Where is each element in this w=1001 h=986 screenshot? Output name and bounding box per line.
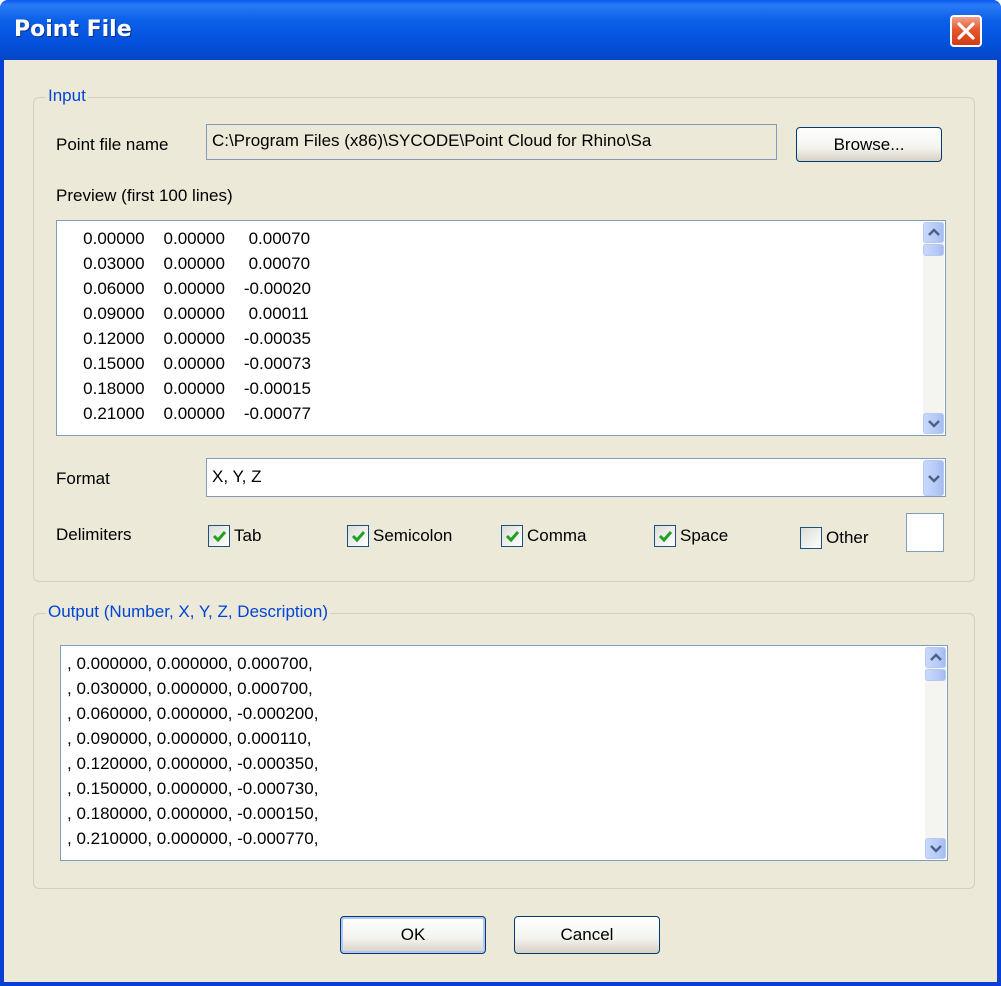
- window-title: Point File: [14, 17, 132, 42]
- preview-line: 0.00000 0.00000 0.00070: [69, 229, 311, 248]
- preview-label: Preview (first 100 lines): [56, 186, 233, 205]
- output-scroll-down-button[interactable]: [925, 838, 946, 859]
- checkbox-box: [501, 525, 523, 547]
- output-line: , 0.150000, 0.000000, -0.000730,: [67, 779, 319, 798]
- input-group-legend: Input: [46, 86, 88, 106]
- format-dropdown-button[interactable]: [923, 460, 944, 496]
- delimiter-comma-checkbox[interactable]: Comma: [501, 525, 587, 547]
- checkbox-label: Other: [826, 528, 869, 547]
- preview-line: 0.15000 0.00000 -0.00073: [69, 354, 311, 373]
- output-line: , 0.210000, 0.000000, -0.000770,: [67, 829, 319, 848]
- checkbox-box: [347, 525, 369, 547]
- preview-line: 0.06000 0.00000 -0.00020: [69, 279, 311, 298]
- checkbox-label: Comma: [527, 526, 587, 545]
- checkbox-label: Space: [680, 526, 729, 545]
- checkbox-label: Tab: [234, 526, 262, 545]
- ok-button[interactable]: OK: [340, 916, 486, 954]
- format-label: Format: [56, 469, 110, 488]
- check-icon: [505, 531, 520, 543]
- cancel-button[interactable]: Cancel: [514, 916, 660, 954]
- preview-scroll-thumb[interactable]: [923, 244, 944, 256]
- output-line: , 0.030000, 0.000000, 0.000700,: [67, 679, 313, 698]
- point-file-dialog: Point File Input Point file name C:\Prog…: [0, 0, 1001, 986]
- preview-line: 0.18000 0.00000 -0.00015: [69, 379, 311, 398]
- preview-scroll-up-button[interactable]: [923, 222, 944, 243]
- browse-button-label: Browse...: [833, 135, 905, 154]
- check-icon: [212, 531, 227, 543]
- preview-line: 0.09000 0.00000 0.00011: [69, 304, 309, 323]
- check-icon: [658, 531, 673, 543]
- other-delimiter-input[interactable]: [906, 513, 944, 552]
- preview-list[interactable]: 0.00000 0.00000 0.00070 0.03000 0.00000 …: [56, 220, 946, 436]
- delimiters-label: Delimiters: [56, 525, 132, 544]
- preview-scrollbar[interactable]: [923, 222, 944, 434]
- chevron-down-icon: [928, 475, 940, 483]
- preview-line: 0.12000 0.00000 -0.00035: [69, 329, 311, 348]
- ok-button-label: OK: [400, 925, 426, 944]
- output-scroll-thumb[interactable]: [925, 669, 946, 681]
- chevron-down-icon: [930, 845, 942, 853]
- output-line: , 0.180000, 0.000000, -0.000150,: [67, 804, 319, 823]
- format-select[interactable]: X, Y, Z: [206, 458, 946, 497]
- preview-line: 0.21000 0.00000 -0.00077: [69, 404, 311, 423]
- format-selected-value: X, Y, Z: [212, 467, 262, 486]
- output-group-legend: Output (Number, X, Y, Z, Description): [46, 602, 330, 622]
- checkbox-box: [654, 525, 676, 547]
- output-scroll-up-button[interactable]: [925, 647, 946, 668]
- close-icon: [957, 22, 975, 40]
- delimiter-space-checkbox[interactable]: Space: [654, 525, 728, 547]
- output-list[interactable]: , 0.000000, 0.000000, 0.000700, , 0.0300…: [60, 645, 948, 861]
- close-button[interactable]: [950, 15, 982, 47]
- output-lines: , 0.000000, 0.000000, 0.000700, , 0.0300…: [67, 651, 318, 851]
- dialog-body: Input Point file name C:\Program Files (…: [4, 60, 997, 982]
- output-line: , 0.090000, 0.000000, 0.000110,: [67, 729, 312, 748]
- output-line: , 0.000000, 0.000000, 0.000700,: [67, 654, 313, 673]
- output-line: , 0.120000, 0.000000, -0.000350,: [67, 754, 319, 773]
- chevron-down-icon: [928, 420, 940, 428]
- checkbox-label: Semicolon: [373, 526, 453, 545]
- preview-line: 0.03000 0.00000 0.00070: [69, 254, 311, 273]
- delimiter-tab-checkbox[interactable]: Tab: [208, 525, 261, 547]
- checkbox-box: [800, 527, 822, 549]
- cancel-button-label: Cancel: [560, 925, 614, 944]
- file-name-label: Point file name: [56, 135, 169, 154]
- checkbox-box: [208, 525, 230, 547]
- file-name-field[interactable]: C:\Program Files (x86)\SYCODE\Point Clou…: [206, 124, 777, 160]
- delimiter-other-checkbox[interactable]: Other: [800, 527, 869, 549]
- title-bar[interactable]: Point File: [0, 0, 1001, 60]
- delimiter-semicolon-checkbox[interactable]: Semicolon: [347, 525, 452, 547]
- preview-lines: 0.00000 0.00000 0.00070 0.03000 0.00000 …: [69, 226, 311, 426]
- chevron-up-icon: [930, 653, 942, 661]
- browse-button[interactable]: Browse...: [796, 127, 942, 162]
- chevron-up-icon: [928, 228, 940, 236]
- output-line: , 0.060000, 0.000000, -0.000200,: [67, 704, 319, 723]
- output-scrollbar[interactable]: [925, 647, 946, 859]
- check-icon: [351, 531, 366, 543]
- preview-scroll-down-button[interactable]: [923, 413, 944, 434]
